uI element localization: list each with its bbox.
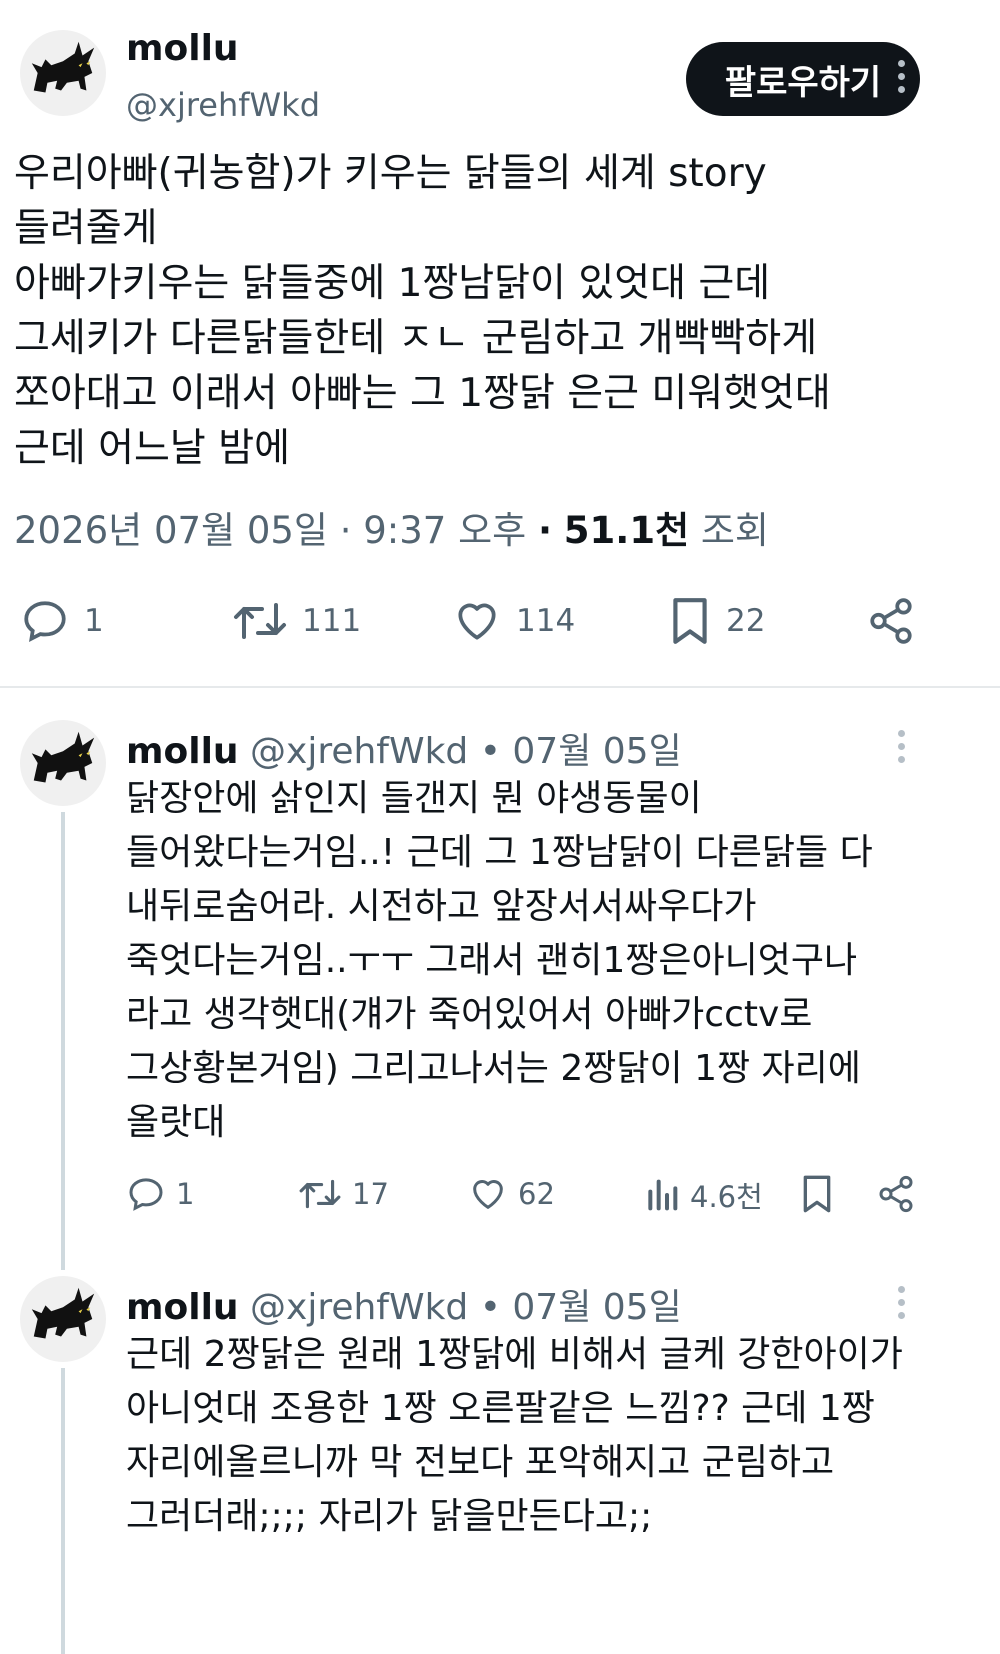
reply-button[interactable]: 1 xyxy=(20,596,104,646)
reply-header: mollu @xjrehfWkd • 07월 05일 xyxy=(126,722,682,774)
reply-count: 1 xyxy=(176,1177,195,1211)
like-count: 62 xyxy=(518,1177,555,1211)
reply-text: 근데 2짱닭은 원래 1짱닭에 비해서 글케 강한아이가 아니엇대 조용한 1짱… xyxy=(126,1334,903,1537)
black-cat-icon xyxy=(31,731,95,783)
thread-line xyxy=(61,812,65,1270)
thread-line xyxy=(61,1368,65,1654)
reply-handle-date[interactable]: @xjrehfWkd • 07월 05일 xyxy=(250,731,682,772)
more-options-icon[interactable] xyxy=(898,60,905,93)
heart-icon xyxy=(473,1180,503,1209)
share-icon xyxy=(879,1175,913,1213)
post-text: 우리아빠(귀농함)가 키우는 닭들의 세계 story 들려줄게 아빠가키우는 … xyxy=(14,151,831,471)
share-icon xyxy=(870,598,912,644)
view-count: 51.1천 xyxy=(563,509,690,552)
reply-handle-date[interactable]: @xjrehfWkd • 07월 05일 xyxy=(250,1287,682,1328)
like-count: 114 xyxy=(516,603,576,639)
bookmark-count: 22 xyxy=(726,603,766,639)
reply-icon xyxy=(129,1178,163,1211)
more-options-icon[interactable] xyxy=(898,730,905,763)
bookmark-icon xyxy=(803,1175,831,1213)
more-options-icon[interactable] xyxy=(898,1286,905,1319)
divider xyxy=(0,686,1000,688)
like-button[interactable]: 62 xyxy=(468,1174,555,1214)
retweet-button[interactable]: 111 xyxy=(232,596,361,646)
author-handle[interactable]: @xjrehfWkd xyxy=(126,86,320,124)
retweet-button[interactable]: 17 xyxy=(298,1174,389,1214)
reply-header: mollu @xjrehfWkd • 07월 05일 xyxy=(126,1278,682,1330)
reply-author-name[interactable]: mollu xyxy=(126,731,239,772)
view-count: 4.6천 xyxy=(690,1180,763,1214)
share-button[interactable] xyxy=(876,1174,916,1214)
share-button[interactable] xyxy=(866,596,916,646)
bookmark-icon xyxy=(673,598,707,644)
black-cat-icon xyxy=(31,1287,95,1339)
follow-button[interactable]: 팔로우하기 xyxy=(686,42,920,116)
reply-button[interactable]: 1 xyxy=(126,1174,194,1214)
bookmark-button[interactable] xyxy=(800,1174,834,1214)
retweet-icon xyxy=(299,1179,341,1209)
reply-count: 1 xyxy=(84,603,104,639)
views-chart-icon xyxy=(648,1179,678,1211)
bookmark-button[interactable]: 22 xyxy=(668,596,765,646)
reply-author-name[interactable]: mollu xyxy=(126,1287,239,1328)
retweet-count: 111 xyxy=(302,603,362,639)
avatar[interactable] xyxy=(20,720,106,806)
black-cat-icon xyxy=(31,41,95,93)
retweet-icon xyxy=(234,603,286,639)
heart-icon xyxy=(458,603,496,640)
reply-icon xyxy=(24,601,66,643)
post-timestamp[interactable]: 2026년 07월 05일 · 9:37 오후 xyxy=(14,509,526,552)
meta-separator: · xyxy=(537,509,553,552)
author-name[interactable]: mollu xyxy=(126,28,239,69)
like-button[interactable]: 114 xyxy=(452,596,575,646)
view-label: 조회 xyxy=(700,509,769,552)
post-meta: 2026년 07월 05일 · 9:37 오후 · 51.1천 조회 xyxy=(14,500,769,554)
views-button[interactable]: 4.6천 xyxy=(644,1174,763,1216)
reply-text: 닭장안에 삵인지 들갠지 뭔 야생동물이 들어왔다는거임..! 근데 그 1짱남… xyxy=(126,778,873,1143)
avatar[interactable] xyxy=(20,1276,106,1362)
avatar[interactable] xyxy=(20,30,106,116)
retweet-count: 17 xyxy=(352,1177,389,1211)
